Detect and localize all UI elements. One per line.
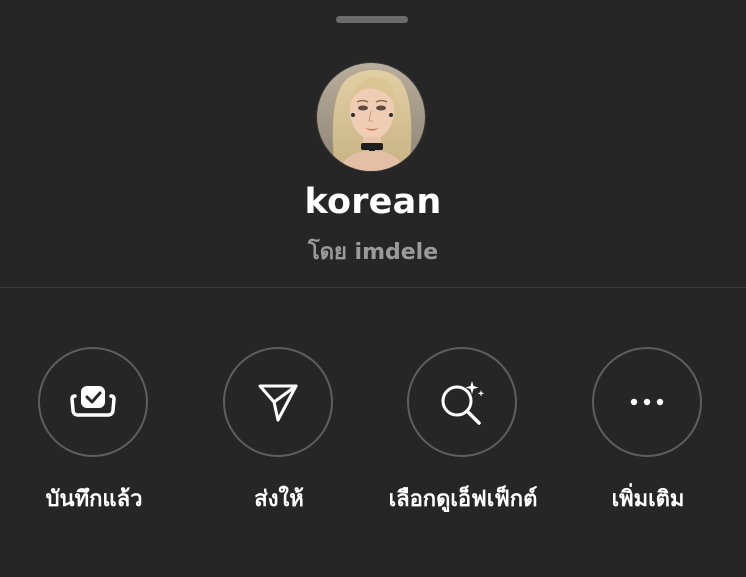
browse-effects-icon <box>441 381 485 425</box>
saved-check-icon <box>70 386 116 417</box>
more-button[interactable] <box>592 347 702 457</box>
avatar-portrait-image <box>317 63 425 171</box>
effect-bottom-sheet: korean โดย imdele บันทึกแล้ว ส่งให้ เลือ… <box>0 0 746 577</box>
send-action[interactable]: ส่งให้ <box>189 347 369 527</box>
saved-button[interactable] <box>38 347 148 457</box>
browse-effects-action[interactable]: เลือกดูเอ็ฟเฟ็กต์ <box>373 347 553 527</box>
send-icon <box>258 384 298 422</box>
avatar <box>316 62 426 172</box>
effect-author-byline[interactable]: โดย imdele <box>0 234 746 269</box>
effect-title: korean <box>304 182 442 222</box>
browse-effects-button[interactable] <box>407 347 517 457</box>
more-action[interactable]: เพิ่มเติม <box>558 347 738 527</box>
more-icon <box>630 398 664 406</box>
sheet-grabber-handle[interactable] <box>336 16 408 23</box>
send-button[interactable] <box>223 347 333 457</box>
saved-action[interactable]: บันทึกแล้ว <box>4 347 184 527</box>
more-label: เพิ่มเติม <box>611 487 685 512</box>
divider <box>0 287 746 288</box>
